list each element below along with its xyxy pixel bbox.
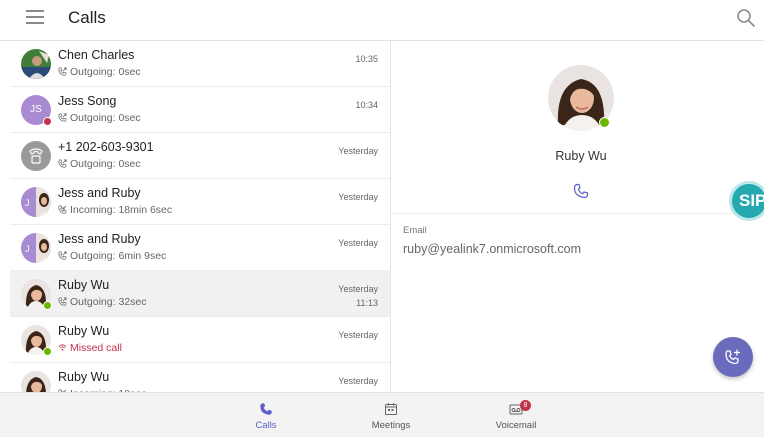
call-history-list[interactable]: Chen Charles Outgoing: 0sec 10:35 JS Jess So… bbox=[10, 41, 391, 392]
call-time: Yesterday bbox=[338, 374, 378, 388]
avatar bbox=[21, 279, 52, 310]
call-date: Yesterday bbox=[338, 146, 378, 156]
avatar: J bbox=[21, 233, 51, 263]
svg-text:J: J bbox=[25, 244, 30, 254]
header-bar: Calls bbox=[0, 0, 764, 41]
nav-meetings[interactable]: Meetings bbox=[351, 397, 431, 435]
call-history-row[interactable]: Ruby WuIncoming: 10secYesterday bbox=[10, 363, 390, 392]
nav-meetings-label: Meetings bbox=[371, 420, 411, 431]
sip-badge[interactable]: SIP bbox=[729, 181, 764, 221]
hamburger-menu-icon[interactable] bbox=[26, 10, 44, 26]
email-value[interactable]: ruby@yealink7.onmicrosoft.com bbox=[403, 242, 581, 256]
contact-avatar bbox=[548, 65, 614, 131]
presence-busy-icon bbox=[43, 117, 52, 126]
email-label: Email bbox=[403, 225, 427, 236]
call-date: Yesterday bbox=[338, 330, 378, 340]
call-detail-text: Outgoing: 0sec bbox=[70, 158, 141, 170]
call-detail-text: Missed call bbox=[70, 342, 122, 354]
caller-name: Ruby Wu bbox=[58, 370, 110, 384]
add-call-icon bbox=[725, 349, 740, 365]
call-history-row[interactable]: Ruby Wu Outgoing: 32sec Yesterday 11:13 bbox=[10, 271, 390, 317]
caller-name: Jess Song bbox=[58, 94, 117, 108]
call-detail: Incoming: 18min 6sec bbox=[58, 204, 172, 216]
call-detail-text: Outgoing: 32sec bbox=[70, 296, 147, 308]
presence-available-icon bbox=[599, 117, 610, 128]
avatar bbox=[21, 141, 51, 171]
bottom-navigation: Calls Meetings 8 Voicemail bbox=[0, 392, 764, 437]
call-date: Yesterday bbox=[338, 376, 378, 386]
outgoing-call-icon bbox=[58, 112, 70, 124]
outgoing-call-icon bbox=[58, 250, 70, 262]
call-time: Yesterday bbox=[338, 328, 378, 342]
call-time-of-day: 11:13 bbox=[356, 298, 378, 308]
contact-detail-pane: Ruby Wu Email ruby@yealink7.onmicrosoft.… bbox=[391, 41, 764, 392]
incoming-call-icon bbox=[58, 204, 70, 216]
call-detail-text: Outgoing: 6min 9sec bbox=[70, 250, 167, 262]
outgoing-call-icon bbox=[58, 296, 70, 308]
call-date: Yesterday bbox=[338, 192, 378, 202]
avatar: J bbox=[21, 187, 51, 217]
caller-name: Chen Charles bbox=[58, 48, 135, 62]
caller-name: Jess and Ruby bbox=[58, 186, 141, 200]
svg-text:J: J bbox=[25, 198, 30, 208]
divider bbox=[391, 213, 764, 214]
call-history-row[interactable]: JS Jess Song Outgoing: 0sec 10:34 bbox=[10, 87, 390, 133]
call-time: Yesterday bbox=[338, 190, 378, 204]
nav-voicemail-label: Voicemail bbox=[495, 420, 537, 431]
call-detail: Outgoing: 0sec bbox=[58, 158, 141, 170]
contact-name: Ruby Wu bbox=[555, 149, 607, 163]
call-detail: Missed call bbox=[58, 342, 122, 354]
voicemail-count-badge: 8 bbox=[520, 400, 531, 411]
call-detail-text: Outgoing: 0sec bbox=[70, 112, 141, 124]
presence-available-icon bbox=[43, 347, 52, 356]
call-history-row[interactable]: Ruby Wu Missed call Yesterday bbox=[10, 317, 390, 363]
call-detail-text: Outgoing: 0sec bbox=[70, 66, 141, 78]
call-detail: Outgoing: 0sec bbox=[58, 112, 141, 124]
call-time: Yesterday 11:13 bbox=[338, 282, 378, 310]
avatar: JS bbox=[21, 95, 52, 126]
call-detail: Outgoing: 0sec bbox=[58, 66, 141, 78]
call-date: 10:34 bbox=[355, 100, 378, 110]
caller-name: Jess and Ruby bbox=[58, 232, 141, 246]
call-date: Yesterday bbox=[338, 238, 378, 248]
call-time: 10:35 bbox=[355, 52, 378, 66]
call-history-row[interactable]: Chen Charles Outgoing: 0sec 10:35 bbox=[10, 41, 390, 87]
page-title: Calls bbox=[68, 8, 106, 27]
caller-name: +1 202-603-9301 bbox=[58, 140, 154, 154]
calendar-icon bbox=[385, 403, 397, 415]
phone-icon bbox=[260, 403, 272, 415]
search-icon[interactable] bbox=[736, 8, 756, 28]
nav-calls-label: Calls bbox=[255, 420, 277, 431]
nav-calls[interactable]: Calls bbox=[226, 397, 306, 435]
nav-voicemail[interactable]: 8 Voicemail bbox=[476, 397, 556, 435]
new-call-button[interactable] bbox=[713, 337, 753, 377]
avatar bbox=[21, 325, 52, 356]
call-date: 10:35 bbox=[355, 54, 378, 64]
outgoing-call-icon bbox=[58, 158, 70, 170]
call-time: Yesterday bbox=[338, 236, 378, 250]
avatar bbox=[21, 49, 51, 79]
call-detail: Outgoing: 32sec bbox=[58, 296, 146, 308]
call-date: Yesterday bbox=[338, 284, 378, 294]
call-history-row[interactable]: +1 202-603-9301 Outgoing: 0sec Yesterday bbox=[10, 133, 390, 179]
call-history-row[interactable]: J Jess and Ruby Incoming: 18min 6sec Yester… bbox=[10, 179, 390, 225]
call-icon[interactable] bbox=[573, 183, 589, 199]
avatar bbox=[21, 371, 51, 392]
outgoing-call-icon bbox=[58, 66, 70, 78]
presence-available-icon bbox=[43, 301, 52, 310]
caller-name: Ruby Wu bbox=[58, 324, 110, 338]
caller-name: Ruby Wu bbox=[58, 278, 110, 292]
call-time: Yesterday bbox=[338, 144, 378, 158]
call-detail-text: Incoming: 18min 6sec bbox=[70, 204, 173, 216]
call-time: 10:34 bbox=[355, 98, 378, 112]
call-detail: Outgoing: 6min 9sec bbox=[58, 250, 166, 262]
missed-call-icon bbox=[58, 342, 70, 354]
call-history-row[interactable]: J Jess and Ruby Outgoing: 6min 9sec Yesterd… bbox=[10, 225, 390, 271]
